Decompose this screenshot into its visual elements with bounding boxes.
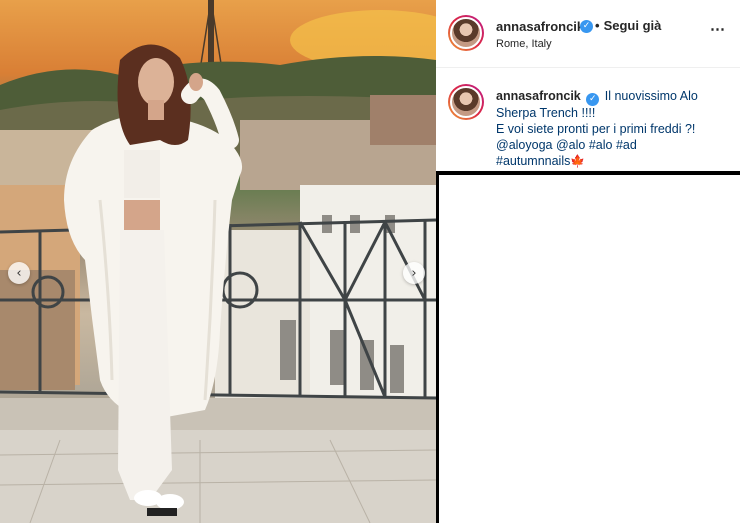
post-side-panel: annasafroncik ✓ • Segui già Rome, Italy ⋯…	[436, 0, 740, 523]
caption-username[interactable]: annasafroncik	[496, 89, 581, 103]
verified-badge-icon: ✓	[580, 20, 593, 33]
maple-leaf-icon: 🍁	[570, 154, 586, 168]
chevron-right-icon: ›	[411, 265, 417, 281]
caption-avatar[interactable]	[448, 84, 484, 120]
avatar-image	[450, 17, 482, 49]
caption-text: annasafroncik ✓ Il nuovissimo Alo Sherpa…	[496, 88, 732, 169]
hashtag-ad[interactable]: #ad	[616, 138, 637, 152]
location-link[interactable]: Rome, Italy	[496, 38, 552, 50]
carousel-next-button[interactable]: ›	[403, 262, 425, 284]
post-header: annasafroncik ✓ • Segui già Rome, Italy ⋯	[436, 0, 740, 68]
header-username[interactable]: annasafroncik	[496, 19, 584, 34]
caption-line-1: Il nuovissimo Alo	[604, 89, 698, 103]
follow-button[interactable]: • Segui già	[595, 18, 661, 33]
post-photo[interactable]: ‹ ›	[0, 0, 436, 523]
carousel-prev-button[interactable]: ‹	[8, 262, 30, 284]
verified-badge-icon: ✓	[586, 93, 600, 106]
more-options-icon[interactable]: ⋯	[710, 20, 726, 38]
caption-line-2: Sherpa Trench !!!!	[496, 106, 596, 120]
black-divider	[436, 171, 740, 175]
chevron-left-icon: ‹	[16, 265, 22, 281]
hashtag-alo[interactable]: #alo	[589, 138, 613, 152]
avatar-image	[450, 86, 482, 118]
follow-label: Segui già	[603, 18, 662, 33]
caption-line-3: E voi siete pronti per i primi freddi ?!	[496, 122, 696, 136]
black-border-line	[436, 171, 439, 523]
separator-dot: •	[595, 18, 600, 33]
avatar[interactable]	[448, 15, 484, 51]
mention-alo[interactable]: @alo	[556, 138, 585, 152]
hashtag-autumnnails[interactable]: #autumnnails	[496, 154, 570, 168]
mention-aloyoga[interactable]: @aloyoga	[496, 138, 552, 152]
photo-scene	[0, 0, 436, 523]
